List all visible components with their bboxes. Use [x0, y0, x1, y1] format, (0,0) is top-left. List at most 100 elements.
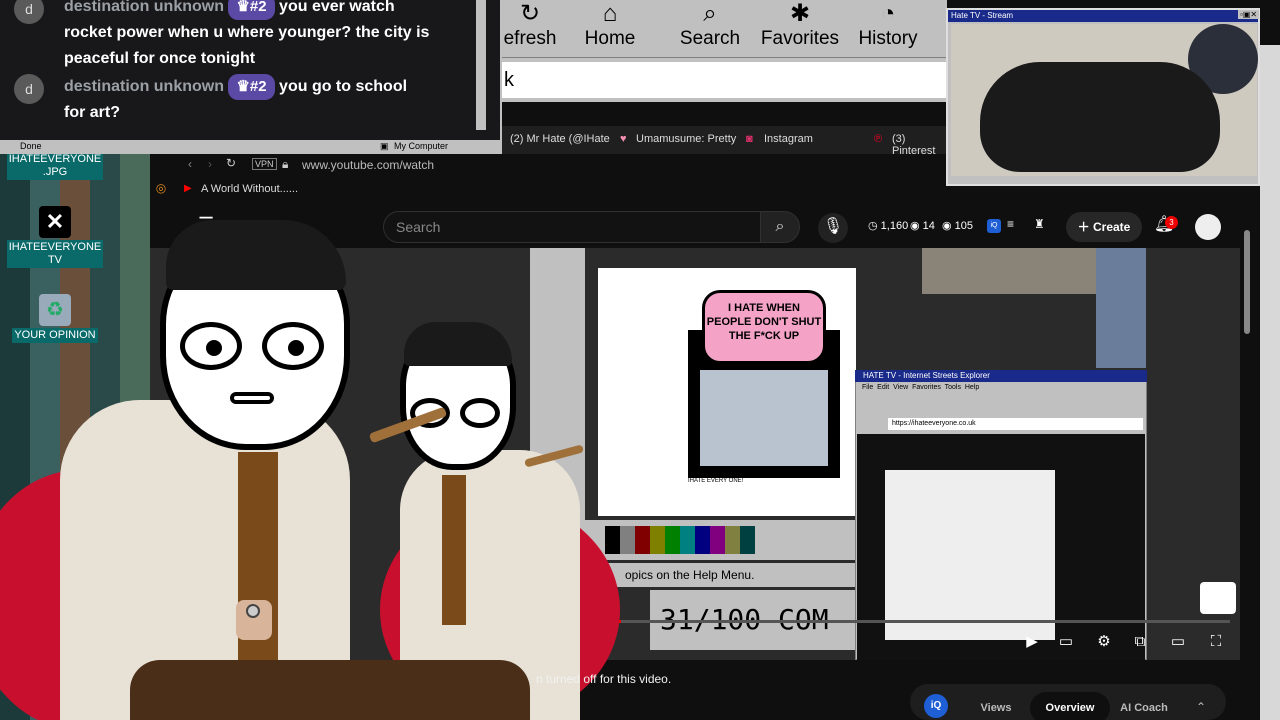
channel-watermark — [1200, 582, 1236, 614]
search-icon: ⌕ — [775, 218, 785, 235]
chat-username[interactable]: destination unknown — [64, 78, 224, 95]
like-icon: ◉ — [942, 220, 952, 232]
scroll-thumb[interactable] — [1244, 230, 1250, 334]
ie-address-bar: k — [502, 58, 947, 102]
heart-icon: ♥ — [620, 133, 627, 145]
tab-title[interactable]: A World Without...... — [201, 183, 298, 195]
reload-icon[interactable]: ↻ — [226, 156, 236, 170]
favorites-button[interactable]: ✱ Favorites — [757, 0, 843, 50]
iq-small-icon[interactable]: iQ — [987, 219, 1001, 233]
cartoon-hair — [404, 322, 512, 366]
search-button[interactable]: ⌕ — [760, 211, 800, 243]
chat-scrollbar[interactable] — [476, 0, 486, 130]
lock-icon: 🔒︎ — [282, 157, 289, 171]
plus-icon: ＋ — [1077, 220, 1090, 234]
play-icon[interactable]: ▶ — [1022, 632, 1042, 652]
dog — [980, 62, 1220, 172]
history-label: History — [858, 28, 918, 49]
search-button[interactable]: ⌕ Search — [677, 0, 743, 50]
likes-stat: ◉ 105 — [942, 219, 973, 232]
browser-strip — [502, 102, 948, 126]
favorites-icon: ✱ — [789, 0, 811, 27]
instagram-icon: ◙ — [746, 133, 753, 145]
rank-badge: ♛#2 — [228, 0, 275, 20]
x-icon: ✕ — [39, 206, 71, 238]
vpn-badge[interactable]: VPN — [252, 158, 277, 170]
tab-views[interactable]: Views — [956, 692, 1036, 720]
cartoon-hair — [166, 220, 346, 290]
chat-message: d destination unknown ♛#2 you ever watch… — [14, 0, 474, 72]
watching-count: 1,160 — [880, 220, 909, 232]
refresh-button[interactable]: ↻ efresh — [502, 0, 558, 50]
status-bar: Done ▣ My Computer — [0, 140, 502, 154]
list-icon[interactable]: ≡ — [1007, 217, 1014, 231]
chat-text: for art? — [64, 104, 120, 121]
voice-search-button[interactable]: 🎙︎ — [818, 213, 848, 243]
crown-icon: ♛ — [236, 0, 250, 15]
tab-ai-coach[interactable]: AI Coach — [1104, 692, 1184, 720]
chat-username[interactable]: destination unknown — [64, 0, 224, 15]
desktop-icon-your-opinion[interactable]: ♻ YOUR OPINION — [0, 294, 110, 343]
chat-window: d destination unknown ♛#2 you ever watch… — [0, 0, 502, 140]
chat-text: you ever watch — [279, 0, 395, 15]
url-text[interactable]: www.youtube.com/watch — [302, 158, 434, 172]
artwork-signature: IHATE EVERY ONE! — [688, 478, 744, 484]
subtitles-icon[interactable]: ▭ — [1056, 632, 1076, 652]
avatar[interactable] — [1195, 214, 1221, 240]
refresh-icon: ↻ — [519, 0, 541, 27]
ie-toolbar: ↻ efresh ⌂ Home ⌕ Search ✱ Favorites ◔ Histor… — [502, 0, 947, 58]
chevron-up-icon[interactable]: ⌃ — [1196, 700, 1206, 714]
bookmarks-bar: (2) Mr Hate (@IHate ♥ Umamusume: Pretty … — [502, 126, 948, 157]
inner-ie-title: HATE TV - Internet Streets Explorer — [855, 370, 1147, 382]
home-button[interactable]: ⌂ Home — [582, 0, 638, 50]
page-scrollbar[interactable] — [1260, 45, 1280, 720]
person-pants — [130, 660, 530, 720]
avatar: d — [14, 0, 44, 24]
rank-badge: ♛#2 — [228, 74, 275, 100]
theater-icon[interactable]: ▭ — [1168, 632, 1188, 652]
status-zone: My Computer — [394, 141, 449, 151]
settings-icon[interactable]: ⚙ — [1094, 632, 1114, 652]
home-icon: ⌂ — [602, 0, 618, 27]
chat-message: d destination unknown ♛#2 you go to scho… — [14, 74, 474, 126]
address-field[interactable]: k — [502, 62, 947, 98]
tab-overview[interactable]: Overview — [1030, 692, 1110, 720]
palette-swatches[interactable] — [605, 526, 755, 554]
paint-status-bar: opics on the Help Menu. — [585, 563, 855, 587]
iq-icon[interactable]: iQ — [924, 694, 948, 718]
favorites-label: Favorites — [760, 28, 840, 49]
miniplayer-icon[interactable]: ⧉ — [1130, 632, 1150, 652]
badge-text: #2 — [249, 0, 267, 15]
trophy-icon[interactable]: ♜ — [1034, 217, 1045, 231]
progress-track[interactable] — [530, 620, 1230, 623]
forward-icon[interactable]: › — [208, 157, 212, 171]
bookmark-item[interactable]: (2) Mr Hate (@IHate — [510, 133, 610, 145]
desktop-icon-ihateeveryone-tv[interactable]: ✕ IHATEEVERYONE TV — [0, 206, 110, 268]
tab-bar: ▶ A World Without...... — [150, 176, 950, 204]
create-button[interactable]: ＋ Create — [1066, 212, 1142, 242]
pinterest-icon: ℗ — [874, 133, 883, 145]
menu-item: Help — [964, 384, 980, 391]
url-bar: ‹ › ↻ VPN 🔒︎ www.youtube.com/watch — [150, 154, 950, 176]
cartoon-pupil — [288, 340, 304, 356]
sidebar-icon[interactable]: ◎ — [150, 176, 172, 200]
bookmark-item[interactable]: Instagram — [764, 133, 813, 145]
search-input[interactable]: Search — [383, 211, 763, 243]
likes-count: 105 — [954, 220, 974, 232]
bookmark-item[interactable]: Umamusume: Pretty — [636, 133, 736, 145]
inner-ie-menu: File Edit View Favorites Tools Help — [862, 384, 979, 391]
window-controls[interactable]: ▫▣✕ — [1238, 10, 1260, 19]
back-icon[interactable]: ‹ — [188, 157, 192, 171]
create-label: Create — [1093, 220, 1131, 234]
comments-off-text: n turned off for this video. — [536, 672, 672, 686]
refresh-label: efresh — [503, 28, 557, 49]
history-button[interactable]: ◔ History — [857, 0, 919, 50]
desktop-icon-ihateeveryone-jpg[interactable]: IHATEEVERYONE .JPG — [0, 152, 110, 180]
viewers-count: 14 — [922, 220, 935, 232]
chat-text: peaceful for once tonight — [64, 50, 256, 67]
watching-stat: ◷ 1,160 — [868, 219, 908, 232]
desktop-icon-label: .JPG — [42, 166, 68, 178]
clock-icon: ◷ — [868, 220, 878, 232]
fullscreen-icon[interactable]: ⛶ — [1206, 632, 1226, 652]
inner-ie-address: https://ihateeveryone.co.uk — [888, 418, 1143, 430]
